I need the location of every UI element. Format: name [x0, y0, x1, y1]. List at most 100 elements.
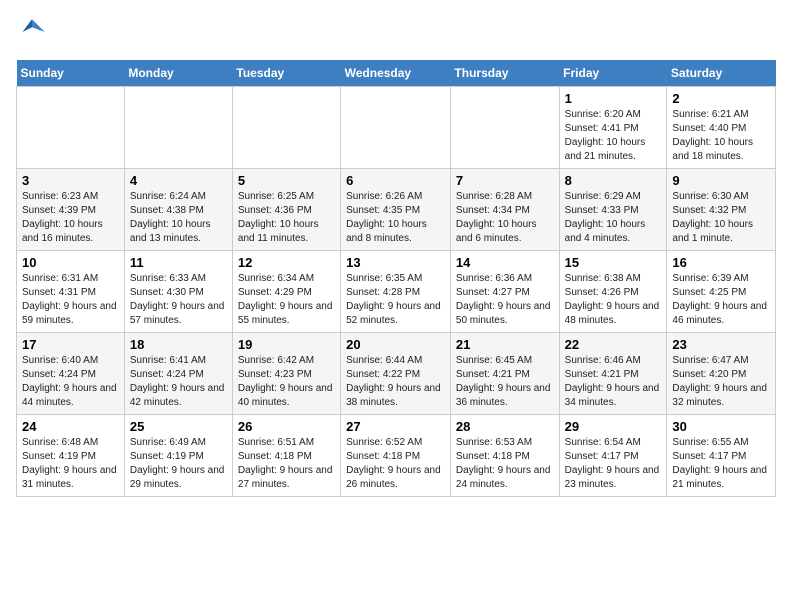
- day-number: 19: [238, 337, 335, 352]
- calendar-cell: 14Sunrise: 6:36 AM Sunset: 4:27 PM Dayli…: [450, 251, 559, 333]
- day-number: 9: [672, 173, 770, 188]
- calendar-cell: 8Sunrise: 6:29 AM Sunset: 4:33 PM Daylig…: [559, 169, 667, 251]
- day-number: 2: [672, 91, 770, 106]
- day-info: Sunrise: 6:28 AM Sunset: 4:34 PM Dayligh…: [456, 190, 554, 246]
- day-number: 15: [565, 255, 662, 270]
- day-info: Sunrise: 6:29 AM Sunset: 4:33 PM Dayligh…: [565, 190, 662, 246]
- day-number: 6: [346, 173, 445, 188]
- day-info: Sunrise: 6:55 AM Sunset: 4:17 PM Dayligh…: [672, 436, 770, 492]
- day-number: 28: [456, 419, 554, 434]
- calendar-cell: 27 Sunrise: 6:52 AM Sunset: 4:18 PM Dayli…: [341, 415, 451, 497]
- calendar-cell: 7 Sunrise: 6:28 AM Sunset: 4:34 PM Daylig…: [450, 169, 559, 251]
- day-number: 14: [456, 255, 554, 270]
- day-number: 21: [456, 337, 554, 352]
- day-info: Sunrise: 6:20 AM Sunset: 4:41 PM Dayligh…: [565, 108, 662, 164]
- day-info: Sunrise: 6:38 AM Sunset: 4:26 PM Dayligh…: [565, 272, 662, 328]
- calendar-row: 10 Sunrise: 6:31 AM Sunset: 4:31 PM Dayli…: [17, 251, 776, 333]
- page-header: [16, 16, 776, 48]
- day-number: 22: [565, 337, 662, 352]
- day-number: 5: [238, 173, 335, 188]
- day-number: 7: [456, 173, 554, 188]
- day-number: 20: [346, 337, 445, 352]
- day-info: Sunrise: 6:31 AM Sunset: 4:31 PM Dayligh…: [22, 272, 119, 328]
- calendar-cell: [341, 87, 451, 169]
- calendar-cell: 12 Sunrise: 6:34 AM Sunset: 4:29 PM Dayli…: [232, 251, 340, 333]
- day-info: Sunrise: 6:46 AM Sunset: 4:21 PM Dayligh…: [565, 354, 662, 410]
- calendar-cell: 24Sunrise: 6:48 AM Sunset: 4:19 PM Dayli…: [17, 415, 125, 497]
- calendar-cell: 4 Sunrise: 6:24 AM Sunset: 4:38 PM Daylig…: [124, 169, 232, 251]
- day-info: Sunrise: 6:24 AM Sunset: 4:38 PM Dayligh…: [130, 190, 227, 246]
- calendar-table: SundayMondayTuesdayWednesdayThursdayFrid…: [16, 60, 776, 497]
- calendar-cell: [450, 87, 559, 169]
- calendar-cell: [124, 87, 232, 169]
- day-number: 4: [130, 173, 227, 188]
- weekday-header: Monday: [124, 60, 232, 87]
- calendar-cell: 23 Sunrise: 6:47 AM Sunset: 4:20 PM Dayli…: [667, 333, 776, 415]
- weekday-header: Tuesday: [232, 60, 340, 87]
- calendar-row: 1 Sunrise: 6:20 AM Sunset: 4:41 PM Daylig…: [17, 87, 776, 169]
- calendar-cell: 16 Sunrise: 6:39 AM Sunset: 4:25 PM Dayli…: [667, 251, 776, 333]
- calendar-cell: 17Sunrise: 6:40 AM Sunset: 4:24 PM Dayli…: [17, 333, 125, 415]
- calendar-cell: 28 Sunrise: 6:53 AM Sunset: 4:18 PM Dayli…: [450, 415, 559, 497]
- calendar-cell: 18 Sunrise: 6:41 AM Sunset: 4:24 PM Dayli…: [124, 333, 232, 415]
- day-number: 23: [672, 337, 770, 352]
- calendar-cell: 20Sunrise: 6:44 AM Sunset: 4:22 PM Dayli…: [341, 333, 451, 415]
- weekday-header: Friday: [559, 60, 667, 87]
- day-info: Sunrise: 6:52 AM Sunset: 4:18 PM Dayligh…: [346, 436, 445, 492]
- calendar-row: 24Sunrise: 6:48 AM Sunset: 4:19 PM Dayli…: [17, 415, 776, 497]
- day-info: Sunrise: 6:48 AM Sunset: 4:19 PM Dayligh…: [22, 436, 119, 492]
- weekday-header: Sunday: [17, 60, 125, 87]
- calendar-cell: 3 Sunrise: 6:23 AM Sunset: 4:39 PM Daylig…: [17, 169, 125, 251]
- day-number: 25: [130, 419, 227, 434]
- logo-icon: [16, 16, 48, 48]
- day-info: Sunrise: 6:54 AM Sunset: 4:17 PM Dayligh…: [565, 436, 662, 492]
- day-info: Sunrise: 6:53 AM Sunset: 4:18 PM Dayligh…: [456, 436, 554, 492]
- day-number: 18: [130, 337, 227, 352]
- calendar-cell: [17, 87, 125, 169]
- day-info: Sunrise: 6:30 AM Sunset: 4:32 PM Dayligh…: [672, 190, 770, 246]
- day-info: Sunrise: 6:41 AM Sunset: 4:24 PM Dayligh…: [130, 354, 227, 410]
- day-number: 29: [565, 419, 662, 434]
- calendar-cell: 25 Sunrise: 6:49 AM Sunset: 4:19 PM Dayli…: [124, 415, 232, 497]
- day-info: Sunrise: 6:39 AM Sunset: 4:25 PM Dayligh…: [672, 272, 770, 328]
- calendar-cell: 2 Sunrise: 6:21 AM Sunset: 4:40 PM Daylig…: [667, 87, 776, 169]
- calendar-cell: 29 Sunrise: 6:54 AM Sunset: 4:17 PM Dayli…: [559, 415, 667, 497]
- day-number: 3: [22, 173, 119, 188]
- day-info: Sunrise: 6:25 AM Sunset: 4:36 PM Dayligh…: [238, 190, 335, 246]
- day-number: 12: [238, 255, 335, 270]
- day-info: Sunrise: 6:45 AM Sunset: 4:21 PM Dayligh…: [456, 354, 554, 410]
- day-info: Sunrise: 6:49 AM Sunset: 4:19 PM Dayligh…: [130, 436, 227, 492]
- calendar-cell: 19 Sunrise: 6:42 AM Sunset: 4:23 PM Dayli…: [232, 333, 340, 415]
- calendar-cell: 6 Sunrise: 6:26 AM Sunset: 4:35 PM Daylig…: [341, 169, 451, 251]
- weekday-header-row: SundayMondayTuesdayWednesdayThursdayFrid…: [17, 60, 776, 87]
- calendar-cell: [232, 87, 340, 169]
- day-info: Sunrise: 6:51 AM Sunset: 4:18 PM Dayligh…: [238, 436, 335, 492]
- day-number: 1: [565, 91, 662, 106]
- day-info: Sunrise: 6:34 AM Sunset: 4:29 PM Dayligh…: [238, 272, 335, 328]
- day-number: 13: [346, 255, 445, 270]
- calendar-cell: 15 Sunrise: 6:38 AM Sunset: 4:26 PM Dayli…: [559, 251, 667, 333]
- calendar-cell: 5 Sunrise: 6:25 AM Sunset: 4:36 PM Daylig…: [232, 169, 340, 251]
- day-info: Sunrise: 6:47 AM Sunset: 4:20 PM Dayligh…: [672, 354, 770, 410]
- day-info: Sunrise: 6:33 AM Sunset: 4:30 PM Dayligh…: [130, 272, 227, 328]
- day-number: 27: [346, 419, 445, 434]
- day-info: Sunrise: 6:23 AM Sunset: 4:39 PM Dayligh…: [22, 190, 119, 246]
- calendar-cell: 10 Sunrise: 6:31 AM Sunset: 4:31 PM Dayli…: [17, 251, 125, 333]
- logo: [16, 16, 52, 48]
- calendar-cell: 9 Sunrise: 6:30 AM Sunset: 4:32 PM Daylig…: [667, 169, 776, 251]
- weekday-header: Wednesday: [341, 60, 451, 87]
- day-info: Sunrise: 6:21 AM Sunset: 4:40 PM Dayligh…: [672, 108, 770, 164]
- calendar-cell: 11Sunrise: 6:33 AM Sunset: 4:30 PM Dayli…: [124, 251, 232, 333]
- day-info: Sunrise: 6:40 AM Sunset: 4:24 PM Dayligh…: [22, 354, 119, 410]
- day-number: 16: [672, 255, 770, 270]
- calendar-cell: 21 Sunrise: 6:45 AM Sunset: 4:21 PM Dayli…: [450, 333, 559, 415]
- day-number: 10: [22, 255, 119, 270]
- day-number: 30: [672, 419, 770, 434]
- calendar-row: 3 Sunrise: 6:23 AM Sunset: 4:39 PM Daylig…: [17, 169, 776, 251]
- weekday-header: Thursday: [450, 60, 559, 87]
- day-info: Sunrise: 6:42 AM Sunset: 4:23 PM Dayligh…: [238, 354, 335, 410]
- calendar-cell: 26 Sunrise: 6:51 AM Sunset: 4:18 PM Dayli…: [232, 415, 340, 497]
- day-number: 26: [238, 419, 335, 434]
- weekday-header: Saturday: [667, 60, 776, 87]
- day-info: Sunrise: 6:26 AM Sunset: 4:35 PM Dayligh…: [346, 190, 445, 246]
